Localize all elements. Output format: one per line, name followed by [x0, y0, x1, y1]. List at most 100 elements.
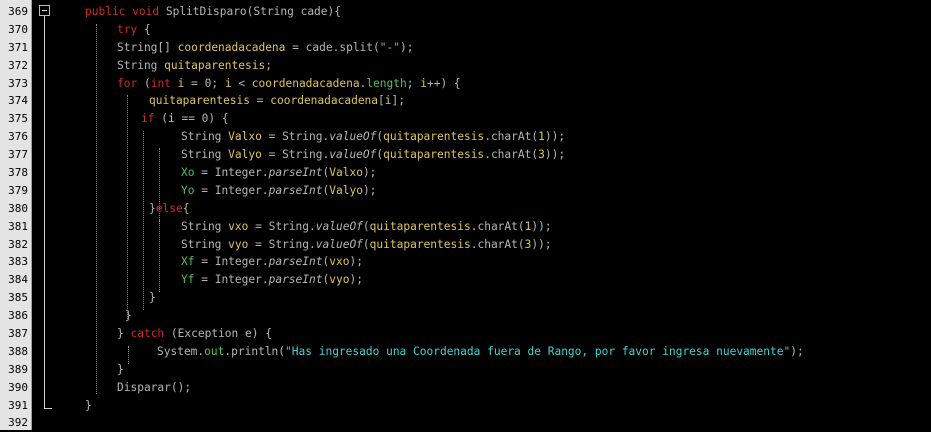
code-line[interactable]: 369 public void SplitDisparo(String cade)… [0, 3, 931, 21]
code-token: e [245, 327, 252, 341]
code-token: "-" [379, 40, 400, 54]
code-token: Integer [214, 183, 262, 197]
code-line[interactable]: 382 String vyo = String.valueOf(quitapare… [0, 236, 931, 254]
code-token: charAt [477, 237, 518, 251]
code-text: Disparar(); [117, 379, 191, 397]
code-token: = [248, 219, 269, 233]
code-token: String [253, 5, 301, 18]
code-token: Valyo [228, 148, 262, 162]
code-token: 1 [538, 130, 545, 144]
code-line[interactable]: 373 for (int i = 0; i < coordenadacadena.… [0, 75, 931, 93]
code-text: String vxo = String.valueOf(quitaparente… [181, 218, 552, 236]
code-line[interactable]: 391} [0, 397, 931, 415]
code-line[interactable]: 388 System.out.println("Has ingresado una… [0, 343, 931, 361]
code-line[interactable]: 381 String vxo = String.valueOf(quitapare… [0, 218, 931, 236]
code-token: ); [349, 255, 363, 269]
code-line[interactable]: 392 [0, 414, 931, 432]
code-line[interactable]: 372 String quitaparentesis; [0, 57, 931, 75]
code-token: ){ [327, 5, 342, 18]
code-line[interactable]: 371 String[] coordenadacadena = cade.spli… [0, 39, 931, 57]
code-token: ) { [251, 327, 272, 341]
code-token: [] [157, 40, 178, 54]
code-token: String [181, 130, 229, 144]
line-number: 391 [8, 398, 28, 412]
code-token: Yo [181, 183, 195, 197]
code-token: ); [349, 273, 363, 287]
code-line[interactable]: 370 try { [0, 21, 931, 39]
code-token: try [117, 22, 144, 36]
code-line[interactable]: 377 String Valyo = String.valueOf(quitapa… [0, 146, 931, 164]
code-line[interactable]: 376 String Valxo = String.valueOf(quitapa… [0, 128, 931, 146]
code-text: public void SplitDisparo(String cade){ [85, 3, 341, 21]
code-token: vyo [228, 237, 249, 251]
code-token: ); [362, 166, 377, 180]
code-line[interactable]: 386} [0, 307, 931, 325]
code-token: < [231, 76, 252, 90]
code-line[interactable]: 374 quitaparentesis = coordenadacadena[i]… [0, 92, 931, 110]
code-token: for [117, 76, 144, 90]
code-token: [ [378, 94, 385, 108]
code-line[interactable]: 380}else{ [0, 200, 931, 218]
code-token: quitaparentesis [383, 148, 485, 162]
code-line[interactable]: 375 if (i == 0) { [0, 110, 931, 128]
code-token: charAt [490, 130, 532, 144]
code-token: quitaparentesis [149, 94, 251, 108]
code-token: i [167, 112, 175, 126]
code-token: String [282, 148, 323, 162]
code-token: ); [400, 40, 414, 54]
code-line[interactable]: 385} [0, 289, 931, 307]
code-token: Xf [181, 255, 195, 269]
line-number: 392 [8, 416, 28, 430]
code-text: quitaparentesis = coordenadacadena[i]; [149, 92, 405, 110]
line-number: 370 [8, 22, 28, 36]
line-number: 387 [8, 327, 28, 341]
code-token: split [339, 40, 374, 54]
code-token: String [117, 40, 158, 54]
code-token: valueOf [329, 130, 377, 144]
code-token: "Has ingresado una Coordenada fuera de R… [285, 344, 791, 358]
code-line[interactable]: 387} catch (Exception e) { [0, 325, 931, 343]
code-token: charAt [477, 219, 518, 233]
code-token: )); [544, 148, 566, 162]
code-editor[interactable]: 369 public void SplitDisparo(String cade)… [0, 0, 931, 430]
code-text: } [85, 397, 92, 415]
code-line[interactable]: 389} [0, 361, 931, 379]
code-token: } [149, 201, 156, 215]
code-token: = [285, 40, 306, 54]
code-token: ( [362, 237, 370, 251]
code-token: Valyo [329, 183, 363, 197]
code-text: Yo = Integer.parseInt(Valyo); [181, 182, 376, 200]
line-number: 378 [8, 166, 28, 180]
code-token: . [261, 183, 269, 197]
line-number: 384 [8, 273, 28, 287]
code-line[interactable]: 383 Xf = Integer.parseInt(vxo); [0, 253, 931, 271]
code-token: = 0; [184, 76, 225, 90]
code-line[interactable]: 379 Yo = Integer.parseInt(Valyo); [0, 182, 931, 200]
code-token: . [261, 166, 269, 180]
code-token: ); [790, 344, 804, 358]
code-token: ; [265, 58, 272, 72]
code-token: = [250, 94, 271, 108]
code-text: } [149, 289, 156, 307]
code-line[interactable]: 378 Xo = Integer.parseInt(Valxo); [0, 164, 931, 182]
code-text: String Valxo = String.valueOf(quitaparen… [181, 128, 565, 146]
code-token: ); [362, 183, 377, 197]
code-line[interactable]: 390 Disparar(); [0, 379, 931, 397]
code-token: Yf [181, 273, 195, 287]
code-token: vxo [228, 219, 249, 233]
code-token: i [420, 76, 427, 90]
code-line[interactable]: 384 Yf = Integer.parseInt(vyo); [0, 271, 931, 289]
code-token: . [261, 255, 269, 269]
code-token: . [309, 219, 316, 233]
code-text: Xo = Integer.parseInt(Valxo); [181, 164, 376, 182]
code-token: = [194, 183, 215, 197]
line-number: 371 [8, 40, 28, 54]
code-text: Yf = Integer.parseInt(vyo); [181, 271, 363, 289]
code-token: System [157, 344, 198, 358]
line-number: 376 [8, 130, 28, 144]
code-token: coordenadacadena [270, 94, 379, 108]
code-token: } [85, 398, 92, 412]
code-token: } [117, 362, 124, 376]
code-token: parseInt [268, 273, 323, 287]
line-number: 379 [8, 183, 28, 197]
